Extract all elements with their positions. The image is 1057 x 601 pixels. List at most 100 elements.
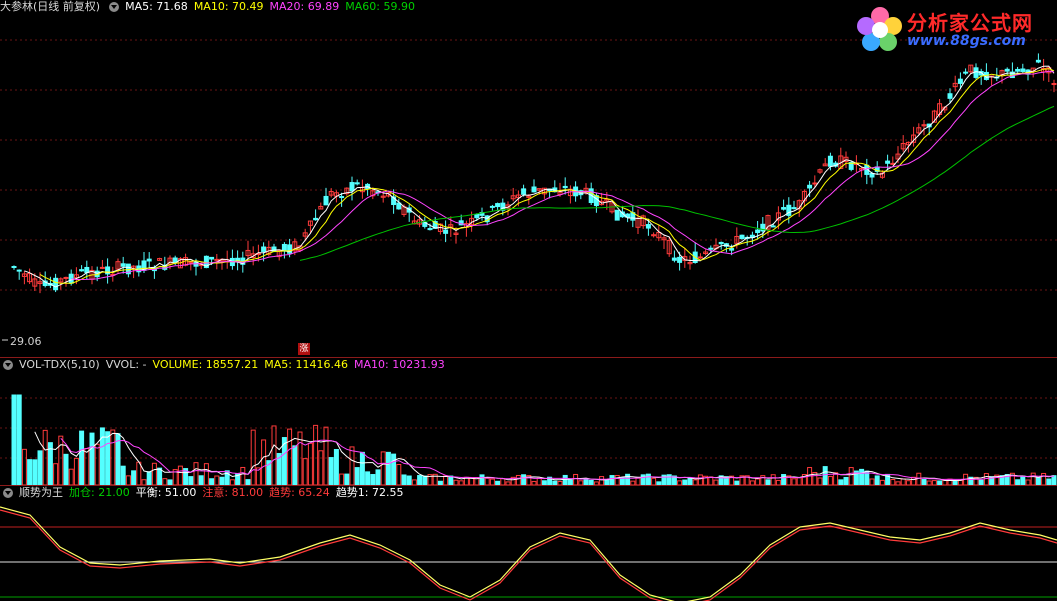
candle-body [963, 71, 969, 74]
ma20-line [71, 70, 1055, 280]
oscillator-menu-icon[interactable] [3, 488, 13, 498]
volume-bar [354, 467, 360, 485]
volume-bar [770, 474, 776, 485]
candle-body [1020, 68, 1026, 72]
volume-bar [120, 465, 126, 485]
candle-body [120, 263, 126, 267]
price-indicator-header: 大参林(日线 前复权) MA5: 71.68 MA10: 70.49 MA20:… [0, 0, 415, 14]
candle-body [354, 182, 360, 185]
volume-bar [687, 477, 693, 485]
jiacang-readout: 加仓: 21.00 [69, 486, 130, 499]
volume-bar [848, 467, 854, 485]
volume-chart[interactable] [0, 358, 1057, 485]
candle-body [79, 269, 85, 272]
volume-bar [983, 473, 989, 485]
candle-body [781, 207, 787, 210]
volume-bar [261, 439, 267, 485]
volume-bar [37, 450, 43, 485]
candle-body [261, 246, 267, 252]
candle-body [281, 243, 287, 252]
volume-bar [89, 432, 95, 485]
volume-bar [827, 475, 833, 485]
oscillator-chart[interactable] [0, 486, 1057, 601]
volume-bar [609, 475, 615, 485]
indicator-menu-icon[interactable] [109, 2, 120, 12]
price-chart-panel[interactable]: 大参林(日线 前复权) MA5: 71.68 MA10: 70.49 MA20:… [0, 0, 1057, 357]
candle-body [172, 257, 178, 263]
volume-bar [448, 475, 454, 485]
candle-body [645, 224, 651, 229]
volume-bar [573, 473, 579, 485]
volume-bar [479, 474, 485, 485]
volume-readout: VOLUME: 18557.21 [152, 358, 259, 371]
candle-body [63, 276, 69, 279]
oscillator-panel[interactable]: 顺势为王 加仓: 21.00 平衡: 51.00 注意: 81.00 趋势: 6… [0, 486, 1057, 601]
candle-body [812, 182, 818, 185]
volume-bar [708, 476, 714, 485]
oscillator-title: 顺势为王 [19, 486, 63, 499]
volume-bar [640, 474, 646, 485]
ma10-readout: MA10: 70.49 [193, 0, 264, 13]
stock-title: 大参林(日线 前复权) [0, 0, 101, 13]
candle-body [947, 93, 953, 99]
candle-body [99, 266, 105, 269]
volume-bar [99, 427, 105, 485]
ma60-line [299, 105, 1055, 261]
candle-body [885, 160, 891, 164]
volume-bar [198, 475, 204, 485]
candle-body [209, 256, 215, 260]
volume-bar [375, 469, 381, 485]
candle-body [770, 225, 776, 228]
volume-bar [614, 475, 620, 485]
volume-bar [635, 477, 641, 485]
candle-body [729, 248, 735, 251]
ma10-line [39, 68, 1055, 284]
candle-body [1015, 68, 1021, 72]
volume-bar [339, 473, 345, 485]
volume-bar [53, 463, 59, 485]
pingheng-readout: 平衡: 51.00 [135, 486, 197, 499]
volume-bar [843, 476, 849, 485]
volume-bar [515, 474, 521, 485]
volume-bar [822, 466, 828, 485]
volume-bar [385, 451, 391, 485]
volume-bar [359, 451, 365, 485]
volume-bar [313, 424, 319, 485]
volume-bar [177, 465, 183, 485]
candle-body [427, 228, 433, 231]
volume-bar [131, 470, 137, 485]
volume-panel[interactable]: VOL-TDX(5,10) VVOL: - VOLUME: 18557.21 M… [0, 358, 1057, 485]
volume-bar [21, 448, 27, 485]
volume-bar [645, 473, 651, 485]
price-low-label: 29.06 [10, 335, 42, 348]
volume-bar [271, 425, 277, 485]
volume-bar [484, 477, 490, 485]
qushi1-readout: 趋势1: 72.55 [335, 486, 404, 499]
volume-bar [110, 429, 116, 485]
logo-name: 分析家公式网 [907, 11, 1033, 35]
zhuyi-readout: 注意: 81.00 [202, 486, 264, 499]
candle-body [11, 266, 17, 269]
ma60-readout: MA60: 59.90 [345, 0, 415, 13]
candle-body [807, 184, 813, 189]
volume-ma10-line [60, 437, 1054, 481]
volume-bar [443, 475, 449, 485]
candle-body [697, 256, 703, 259]
ma5-readout: MA5: 71.68 [125, 0, 188, 13]
volume-bar [328, 457, 334, 485]
volume-bar [406, 475, 412, 485]
candle-body [271, 246, 277, 253]
candle-body [521, 188, 527, 195]
volume-bar [27, 459, 33, 485]
volume-bar [781, 474, 787, 485]
candle-body [349, 182, 355, 192]
volume-menu-icon[interactable] [3, 360, 13, 370]
volume-bar [323, 426, 329, 485]
candle-body [791, 207, 797, 210]
volume-bar [68, 468, 74, 485]
volume-bar [125, 475, 131, 485]
candle-body [214, 258, 220, 261]
volume-bar [1030, 472, 1036, 485]
qushi1-line [0, 506, 1057, 601]
candle-body [495, 203, 501, 208]
